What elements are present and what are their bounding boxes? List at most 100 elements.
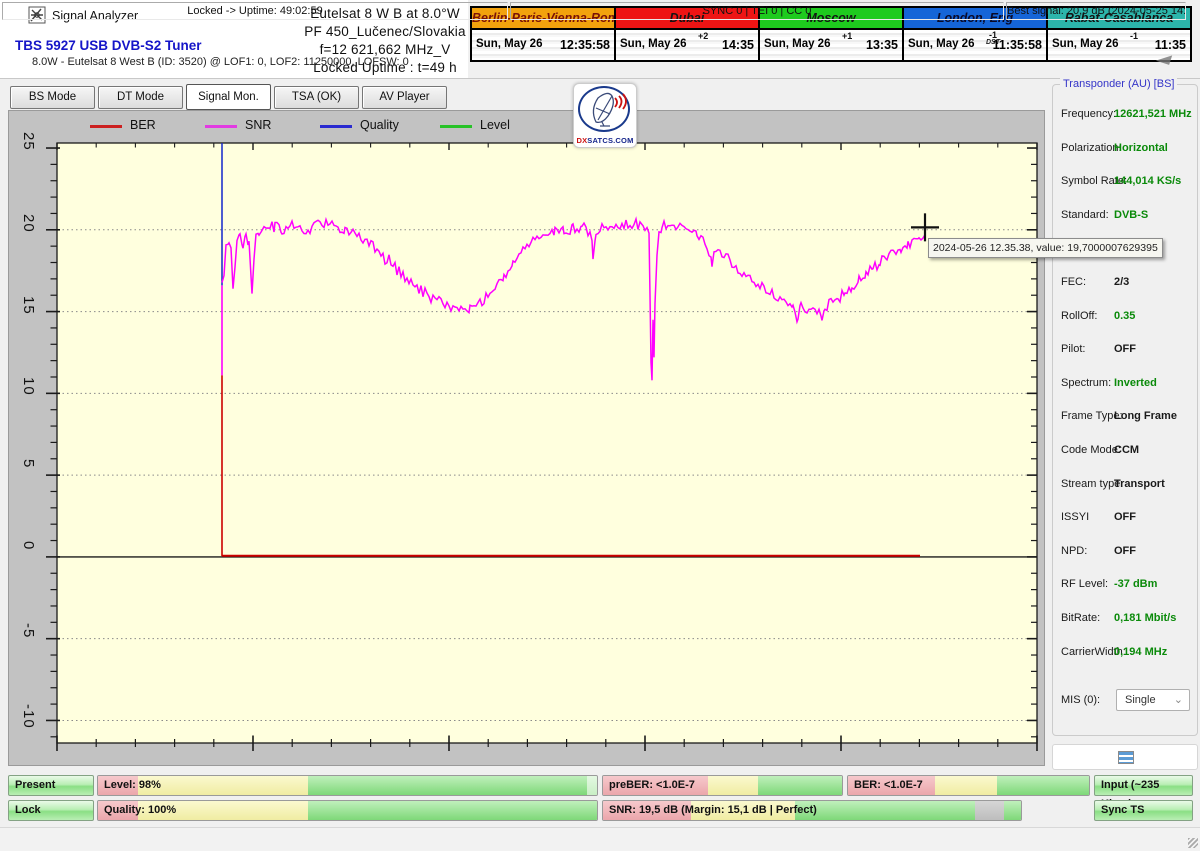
tp-value: 0.35 (1114, 310, 1135, 322)
y-tick-label: -5 (20, 623, 37, 638)
tp-label: ISSYI (1061, 511, 1089, 523)
tp-label: Code Mode: (1061, 444, 1121, 456)
tp-label: RF Level: (1061, 578, 1108, 590)
input-rate-indicator: Input (~235 Kbps) (1094, 775, 1193, 796)
ts-list-button[interactable] (1052, 744, 1198, 770)
tp-label: FEC: (1061, 276, 1086, 288)
bar-segment-yellow (138, 776, 308, 795)
present-indicator: Present (8, 775, 94, 796)
preber-bar-label: preBER: <1.0E-7 (609, 776, 695, 795)
tp-label: NPD: (1061, 545, 1087, 557)
clock-utc-offset: +2 (698, 32, 708, 40)
tp-value: 12621,521 MHz (1114, 108, 1192, 120)
clock-time: 13:35 (866, 38, 898, 52)
tp-label: Polarization: (1061, 142, 1122, 154)
tp-value: OFF (1114, 511, 1136, 523)
tp-label: Standard: (1061, 209, 1109, 221)
signal-analyzer-window: { "window": {"title": "Signal Analyzer"}… (0, 0, 1200, 850)
clock-date: Sun, May 26 (908, 38, 974, 50)
ber-bar-label: BER: <1.0E-7 (854, 776, 923, 795)
tp-value: 2/3 (1114, 276, 1129, 288)
clock-date: Sun, May 26 (620, 38, 686, 50)
bar-segment-green (1004, 801, 1021, 820)
logo-text: DXSATCS.COM (574, 136, 636, 145)
tp-label: Pilot: (1061, 343, 1085, 355)
clock-date: Sun, May 26 (764, 38, 830, 50)
y-tick-label: 20 (20, 214, 37, 233)
tp-value: -37 dBm (1114, 578, 1157, 590)
tp-value: OFF (1114, 545, 1136, 557)
chart-tooltip: 2024-05-26 12.35.38, value: 19,700000762… (928, 238, 1163, 258)
preber-bar: preBER: <1.0E-7 (602, 775, 843, 796)
target-info-line: PF 450_Lučenec/Slovakia (300, 23, 470, 41)
tp-label: RollOff: (1061, 310, 1097, 322)
ber-bar: BER: <1.0E-7 (847, 775, 1090, 796)
signal-chart[interactable] (8, 110, 1045, 766)
tp-label: BitRate: (1061, 612, 1100, 624)
y-tick-label: 25 (20, 132, 37, 151)
status-uptime: Locked -> Uptime: 49:02:59 (2, 2, 508, 20)
y-tick-label: -10 (20, 704, 37, 729)
transponder-title: Transponder (AU) [BS] (1060, 78, 1177, 90)
tp-value: 0,194 MHz (1114, 646, 1167, 658)
bar-segment-green (308, 801, 597, 820)
bar-segment-tip (587, 776, 597, 795)
chevron-down-icon: ⌄ (1174, 690, 1183, 710)
tp-value: Transport (1114, 478, 1165, 490)
bar-segment-green (795, 801, 975, 820)
clock-utc-offset: -1 (1130, 32, 1138, 40)
tp-value: Horizontal (1114, 142, 1168, 154)
lock-indicator: Lock (8, 800, 94, 821)
tuner-name: TBS 5927 USB DVB-S2 Tuner (15, 38, 202, 53)
clock-date: Sun, May 26 (1052, 38, 1118, 50)
clock-time: 14:35 (722, 38, 754, 52)
mis-select[interactable]: Single ⌄ (1116, 689, 1190, 711)
bar-segment-green (308, 776, 587, 795)
tab-dt-mode[interactable]: DT Mode (98, 86, 183, 109)
status-sync-counters: SYNC 0 | TEI 0 | CC 0 (510, 2, 1004, 20)
mis-label: MIS (0): (1061, 694, 1100, 706)
y-tick-label: 0 (20, 541, 37, 550)
tp-value: Long Frame (1114, 410, 1177, 422)
quality-bar: Quality: 100% (97, 800, 598, 821)
target-info-line: Locked Uptime : t=49 h (300, 59, 470, 77)
clock-time: 11:35 (1155, 38, 1186, 52)
y-tick-label: 15 (20, 296, 37, 315)
tp-value: CCM (1114, 444, 1139, 456)
sync-ts-indicator: Sync TS (1094, 800, 1193, 821)
tab-av-player[interactable]: AV Player (362, 86, 447, 109)
bar-segment-yellow (935, 776, 998, 795)
status-best-signal: Best signal: 20,9 dB (2024-05-25 14:59) (1006, 2, 1186, 20)
tp-value: 144,014 KS/s (1114, 175, 1181, 187)
status-bar (0, 827, 1200, 851)
snr-bar-label: SNR: 19,5 dB (Margin: 15,1 dB | Perfect) (609, 801, 817, 820)
tab-signal-mon-[interactable]: Signal Mon. (186, 84, 271, 110)
clock-time: 12:35:58 (560, 38, 610, 52)
bar-segment-green (758, 776, 842, 795)
tp-label: Frequency: (1061, 108, 1116, 120)
resize-grip[interactable] (1188, 838, 1198, 848)
bar-segment-yellow (708, 776, 758, 795)
tp-value: DVB-S (1114, 209, 1148, 221)
dxsatcs-logo: DXSATCS.COM (573, 83, 637, 148)
clock-utc-offset: +1 (842, 32, 852, 40)
clock-time: 11:35:58 (993, 38, 1042, 52)
clock-date: Sun, May 26 (476, 38, 542, 50)
tp-value: Inverted (1114, 377, 1157, 389)
y-tick-label: 5 (20, 459, 37, 468)
target-info-line: f=12 621,662 MHz_V (300, 41, 470, 59)
tab-bs-mode[interactable]: BS Mode (10, 86, 95, 109)
tp-value: 0,181 Mbit/s (1114, 612, 1176, 624)
level-bar-label: Level: 98% (104, 776, 161, 795)
snr-bar: SNR: 19,5 dB (Margin: 15,1 dB | Perfect) (602, 800, 1022, 821)
tab-tsa-ok-[interactable]: TSA (OK) (274, 86, 359, 109)
satellite-dish-icon (582, 88, 628, 130)
tp-value: OFF (1114, 343, 1136, 355)
ts-list-icon (1118, 751, 1134, 764)
quality-bar-label: Quality: 100% (104, 801, 176, 820)
bar-segment-green (997, 776, 1089, 795)
y-tick-label: 10 (20, 377, 37, 396)
level-bar: Level: 98% (97, 775, 598, 796)
tp-label: Spectrum: (1061, 377, 1111, 389)
mis-selected-value: Single (1125, 694, 1156, 706)
